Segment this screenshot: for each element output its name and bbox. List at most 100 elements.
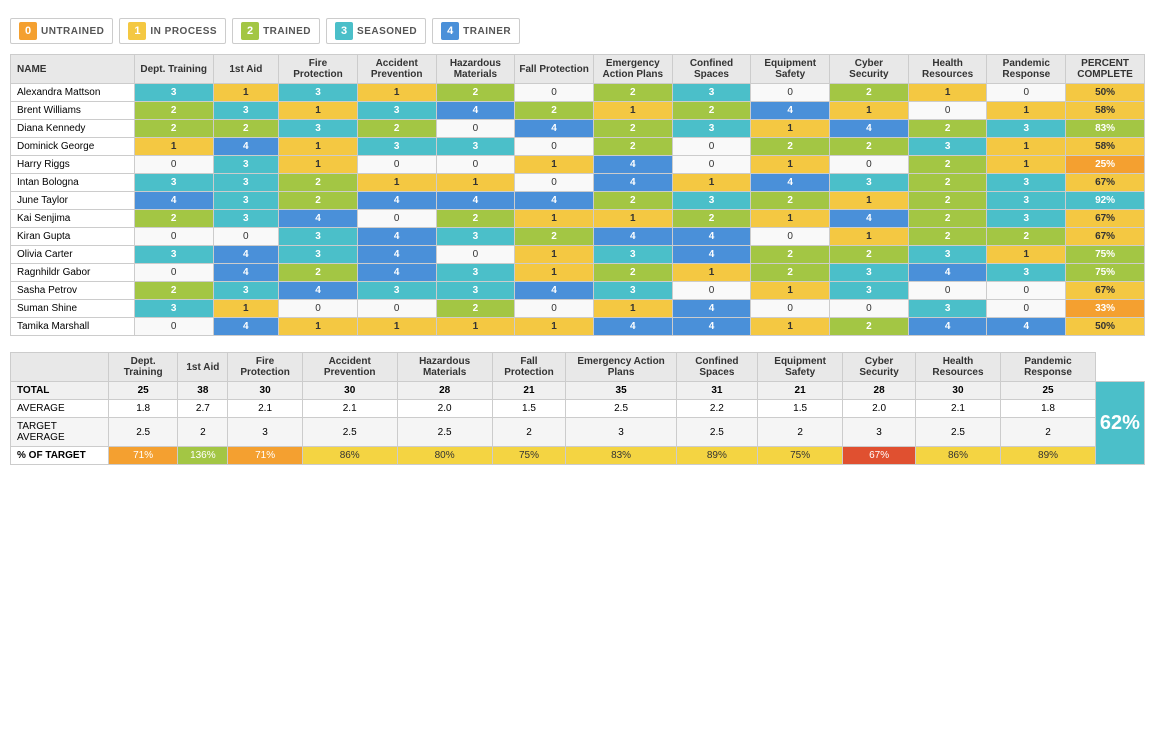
matrix-cell-7-11: 3 bbox=[987, 210, 1066, 228]
matrix-cell-1-5: 2 bbox=[515, 102, 594, 120]
report-pct-target-cell-9: 75% bbox=[757, 447, 843, 465]
matrix-header-row: NAMEDept. Training1st AidFire Protection… bbox=[11, 55, 1145, 84]
matrix-row-name-5: Intan Bologna bbox=[11, 174, 135, 192]
matrix-col-header-4: Accident Prevention bbox=[357, 55, 436, 84]
matrix-cell-13-4: 1 bbox=[436, 318, 515, 336]
matrix-row-3: Dominick George14133020223158% bbox=[11, 138, 1145, 156]
matrix-cell-6-3: 4 bbox=[357, 192, 436, 210]
report-target-cell-11: 2.5 bbox=[915, 418, 1000, 447]
matrix-cell-8-9: 1 bbox=[830, 228, 909, 246]
matrix-cell-6-10: 2 bbox=[908, 192, 987, 210]
matrix-cell-2-2: 3 bbox=[279, 120, 358, 138]
report-target-cell-12: 2 bbox=[1001, 418, 1096, 447]
matrix-cell-13-2: 1 bbox=[279, 318, 358, 336]
matrix-cell-12-4: 2 bbox=[436, 300, 515, 318]
matrix-pct-1: 58% bbox=[1066, 102, 1145, 120]
matrix-cell-7-2: 4 bbox=[279, 210, 358, 228]
report-total-cell-6: 21 bbox=[492, 382, 566, 400]
matrix-cell-11-2: 4 bbox=[279, 282, 358, 300]
overall-percent-complete: 62% bbox=[1095, 382, 1144, 465]
report-avg-cell-0: AVERAGE bbox=[11, 400, 109, 418]
matrix-cell-10-3: 4 bbox=[357, 264, 436, 282]
matrix-col-header-6: Fall Protection bbox=[515, 55, 594, 84]
training-matrix-table: NAMEDept. Training1st AidFire Protection… bbox=[10, 54, 1145, 336]
matrix-col-header-2: 1st Aid bbox=[213, 55, 279, 84]
report-table: Dept. Training1st AidFire ProtectionAcci… bbox=[10, 352, 1145, 465]
report-avg-cell-5: 2.0 bbox=[397, 400, 492, 418]
matrix-row-name-7: Kai Senjima bbox=[11, 210, 135, 228]
matrix-row-13: Tamika Marshall04111144124450% bbox=[11, 318, 1145, 336]
matrix-cell-1-8: 4 bbox=[751, 102, 830, 120]
matrix-cell-3-6: 2 bbox=[593, 138, 672, 156]
report-col-header-10: Cyber Security bbox=[843, 353, 915, 382]
matrix-cell-1-7: 2 bbox=[672, 102, 751, 120]
matrix-pct-3: 58% bbox=[1066, 138, 1145, 156]
report-pct-target-cell-1: 71% bbox=[108, 447, 177, 465]
matrix-cell-2-11: 3 bbox=[987, 120, 1066, 138]
matrix-cell-12-10: 3 bbox=[908, 300, 987, 318]
matrix-cell-13-6: 4 bbox=[593, 318, 672, 336]
matrix-cell-4-7: 0 bbox=[672, 156, 751, 174]
matrix-cell-10-6: 2 bbox=[593, 264, 672, 282]
matrix-cell-10-2: 2 bbox=[279, 264, 358, 282]
report-avg-cell-9: 1.5 bbox=[757, 400, 843, 418]
matrix-cell-0-1: 1 bbox=[213, 84, 279, 102]
matrix-pct-13: 50% bbox=[1066, 318, 1145, 336]
matrix-cell-13-1: 4 bbox=[213, 318, 279, 336]
report-avg-cell-3: 2.1 bbox=[228, 400, 302, 418]
matrix-cell-0-7: 3 bbox=[672, 84, 751, 102]
matrix-cell-11-11: 0 bbox=[987, 282, 1066, 300]
matrix-cell-1-6: 1 bbox=[593, 102, 672, 120]
matrix-cell-5-7: 1 bbox=[672, 174, 751, 192]
matrix-cell-9-8: 2 bbox=[751, 246, 830, 264]
matrix-cell-12-6: 1 bbox=[593, 300, 672, 318]
matrix-cell-7-7: 2 bbox=[672, 210, 751, 228]
legend-item-3: 3SEASONED bbox=[326, 18, 426, 44]
report-target-cell-6: 2 bbox=[492, 418, 566, 447]
matrix-cell-0-4: 2 bbox=[436, 84, 515, 102]
matrix-cell-7-0: 2 bbox=[134, 210, 213, 228]
matrix-pct-6: 92% bbox=[1066, 192, 1145, 210]
matrix-pct-7: 67% bbox=[1066, 210, 1145, 228]
matrix-cell-7-3: 0 bbox=[357, 210, 436, 228]
matrix-row-name-3: Dominick George bbox=[11, 138, 135, 156]
matrix-cell-13-7: 4 bbox=[672, 318, 751, 336]
matrix-cell-0-3: 1 bbox=[357, 84, 436, 102]
matrix-cell-11-8: 1 bbox=[751, 282, 830, 300]
matrix-cell-10-7: 1 bbox=[672, 264, 751, 282]
matrix-cell-12-5: 0 bbox=[515, 300, 594, 318]
matrix-cell-5-1: 3 bbox=[213, 174, 279, 192]
matrix-cell-1-2: 1 bbox=[279, 102, 358, 120]
report-col-header-0 bbox=[11, 353, 109, 382]
matrix-cell-6-1: 3 bbox=[213, 192, 279, 210]
matrix-cell-1-10: 0 bbox=[908, 102, 987, 120]
report-target-cell-0: TARGET AVERAGE bbox=[11, 418, 109, 447]
report-total-cell-4: 30 bbox=[302, 382, 397, 400]
report-target-cell-3: 3 bbox=[228, 418, 302, 447]
matrix-cell-2-10: 2 bbox=[908, 120, 987, 138]
matrix-cell-8-10: 2 bbox=[908, 228, 987, 246]
report-target-cell-2: 2 bbox=[178, 418, 228, 447]
matrix-cell-9-0: 3 bbox=[134, 246, 213, 264]
report-avg-cell-12: 1.8 bbox=[1001, 400, 1096, 418]
matrix-cell-8-3: 4 bbox=[357, 228, 436, 246]
report-pct-target-cell-11: 86% bbox=[915, 447, 1000, 465]
matrix-cell-13-10: 4 bbox=[908, 318, 987, 336]
report-total-cell-5: 28 bbox=[397, 382, 492, 400]
matrix-cell-4-2: 1 bbox=[279, 156, 358, 174]
matrix-col-header-10: Cyber Security bbox=[830, 55, 909, 84]
matrix-cell-5-0: 3 bbox=[134, 174, 213, 192]
report-pct-target-cell-4: 86% bbox=[302, 447, 397, 465]
matrix-cell-7-5: 1 bbox=[515, 210, 594, 228]
matrix-row-name-1: Brent Williams bbox=[11, 102, 135, 120]
matrix-row-8: Kiran Gupta00343244012267% bbox=[11, 228, 1145, 246]
matrix-cell-3-9: 2 bbox=[830, 138, 909, 156]
matrix-cell-9-7: 4 bbox=[672, 246, 751, 264]
report-target-cell-9: 2 bbox=[757, 418, 843, 447]
matrix-cell-13-3: 1 bbox=[357, 318, 436, 336]
matrix-cell-1-9: 1 bbox=[830, 102, 909, 120]
report-total-cell-3: 30 bbox=[228, 382, 302, 400]
matrix-cell-9-9: 2 bbox=[830, 246, 909, 264]
matrix-cell-3-3: 3 bbox=[357, 138, 436, 156]
report-avg-cell-1: 1.8 bbox=[108, 400, 177, 418]
